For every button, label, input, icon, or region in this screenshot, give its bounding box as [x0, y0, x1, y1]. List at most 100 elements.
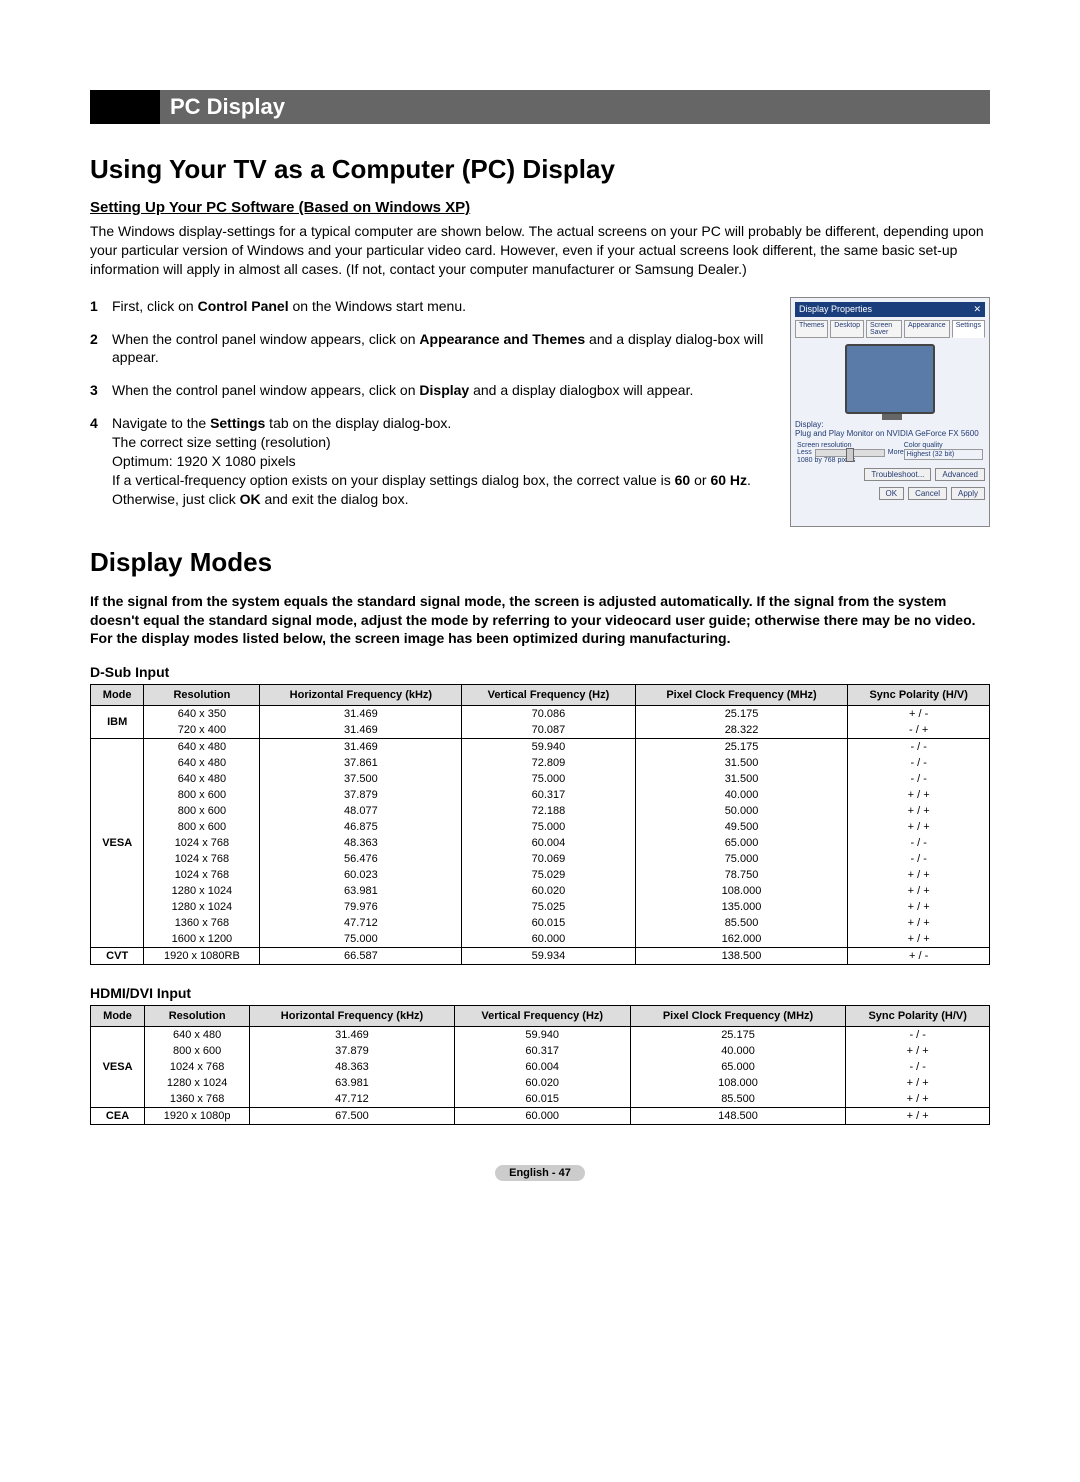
heading-display-modes: Display Modes: [90, 547, 990, 578]
data-cell: 640 x 480: [145, 1027, 250, 1044]
data-cell: 48.077: [260, 803, 462, 819]
data-cell: 37.500: [260, 771, 462, 787]
table-row: 800 x 60037.87960.31740.000+ / +: [91, 787, 990, 803]
table-row: VESA640 x 48031.46959.94025.175- / -: [91, 1027, 990, 1044]
data-cell: 1920 x 1080RB: [144, 948, 260, 965]
step-text: Navigate to the Settings tab on the disp…: [112, 414, 778, 508]
step-number: 4: [90, 414, 112, 508]
col-sp: Sync Polarity (H/V): [848, 685, 990, 706]
table-row: 1360 x 76847.71260.01585.500+ / +: [91, 915, 990, 931]
data-cell: 49.500: [635, 819, 848, 835]
data-cell: 60.000: [462, 931, 635, 948]
table-row: 1024 x 76860.02375.02978.750+ / +: [91, 867, 990, 883]
close-icon: ✕: [973, 304, 981, 315]
data-cell: 1280 x 1024: [144, 899, 260, 915]
data-cell: 59.940: [454, 1027, 630, 1044]
data-cell: 25.175: [635, 706, 848, 723]
tab-screensaver: Screen Saver: [866, 320, 902, 338]
data-cell: 1280 x 1024: [144, 883, 260, 899]
data-cell: 60.000: [454, 1108, 630, 1125]
data-cell: 72.809: [462, 755, 635, 771]
table-row: IBM640 x 35031.46970.08625.175+ / -: [91, 706, 990, 723]
data-cell: 31.469: [250, 1027, 455, 1044]
data-cell: + / +: [848, 899, 990, 915]
data-cell: 37.879: [250, 1043, 455, 1059]
tab-settings: Settings: [952, 320, 985, 338]
data-cell: 135.000: [635, 899, 848, 915]
advanced-button: Advanced: [935, 468, 985, 481]
mode-cell: VESA: [91, 739, 144, 948]
data-cell: 640 x 480: [144, 739, 260, 756]
col-mode: Mode: [91, 1006, 145, 1027]
display-modes-note: If the signal from the system equals the…: [90, 592, 990, 649]
step-1: 1 First, click on Control Panel on the W…: [90, 297, 778, 316]
data-cell: 75.025: [462, 899, 635, 915]
data-cell: 60.317: [454, 1043, 630, 1059]
table-row: 1280 x 102463.98160.020108.000+ / +: [91, 1075, 990, 1091]
col-res: Resolution: [145, 1006, 250, 1027]
data-cell: 640 x 350: [144, 706, 260, 723]
step-text: When the control panel window appears, c…: [112, 381, 778, 400]
data-cell: 67.500: [250, 1108, 455, 1125]
table-row: 1024 x 76848.36360.00465.000- / -: [91, 1059, 990, 1075]
step-number: 1: [90, 297, 112, 316]
data-cell: 37.861: [260, 755, 462, 771]
table-row: 1024 x 76856.47670.06975.000- / -: [91, 851, 990, 867]
apply-button: Apply: [951, 487, 985, 500]
table-row: 800 x 60037.87960.31740.000+ / +: [91, 1043, 990, 1059]
data-cell: + / +: [848, 883, 990, 899]
col-hf: Horizontal Frequency (kHz): [250, 1006, 455, 1027]
data-cell: + / -: [848, 706, 990, 723]
data-cell: 640 x 480: [144, 755, 260, 771]
table-row: 1360 x 76847.71260.01585.500+ / +: [91, 1091, 990, 1108]
data-cell: 60.015: [462, 915, 635, 931]
data-cell: 70.086: [462, 706, 635, 723]
table-row: 1280 x 102463.98160.020108.000+ / +: [91, 883, 990, 899]
col-pc: Pixel Clock Frequency (MHz): [635, 685, 848, 706]
table-row: 800 x 60048.07772.18850.000+ / +: [91, 803, 990, 819]
data-cell: 1360 x 768: [145, 1091, 250, 1108]
data-cell: 800 x 600: [144, 787, 260, 803]
data-cell: + / +: [846, 1091, 990, 1108]
monitor-preview: [845, 344, 935, 414]
subsection-setup: Setting Up Your PC Software (Based on Wi…: [90, 199, 990, 216]
step-4: 4 Navigate to the Settings tab on the di…: [90, 414, 778, 508]
dialog-tabs: Themes Desktop Screen Saver Appearance S…: [795, 320, 985, 338]
data-cell: 108.000: [630, 1075, 846, 1091]
data-cell: 46.875: [260, 819, 462, 835]
data-cell: 59.940: [462, 739, 635, 756]
data-cell: 48.363: [250, 1059, 455, 1075]
data-cell: 162.000: [635, 931, 848, 948]
table-row: CVT1920 x 1080RB66.58759.934138.500+ / -: [91, 948, 990, 965]
dialog-titlebar: Display Properties ✕: [795, 302, 985, 317]
data-cell: 37.879: [260, 787, 462, 803]
mode-cell: VESA: [91, 1027, 145, 1108]
data-cell: 47.712: [260, 915, 462, 931]
data-cell: + / +: [848, 915, 990, 931]
cancel-button: Cancel: [908, 487, 947, 500]
data-cell: 1920 x 1080p: [145, 1108, 250, 1125]
data-cell: 138.500: [635, 948, 848, 965]
cq-value: Highest (32 bit): [904, 449, 983, 460]
data-cell: - / -: [848, 771, 990, 787]
col-sp: Sync Polarity (H/V): [846, 1006, 990, 1027]
tab-appearance: Appearance: [904, 320, 950, 338]
data-cell: 75.029: [462, 867, 635, 883]
data-cell: + / +: [848, 867, 990, 883]
table-row: 800 x 60046.87575.00049.500+ / +: [91, 819, 990, 835]
data-cell: 1024 x 768: [144, 851, 260, 867]
display-label: Display:: [795, 420, 985, 429]
col-vf: Vertical Frequency (Hz): [462, 685, 635, 706]
col-pc: Pixel Clock Frequency (MHz): [630, 1006, 846, 1027]
table-row: 640 x 48037.86172.80931.500- / -: [91, 755, 990, 771]
data-cell: + / +: [848, 819, 990, 835]
data-cell: 31.469: [260, 706, 462, 723]
col-vf: Vertical Frequency (Hz): [454, 1006, 630, 1027]
data-cell: 75.000: [260, 931, 462, 948]
page-footer: English - 47: [90, 1165, 990, 1181]
data-cell: 63.981: [260, 883, 462, 899]
troubleshoot-button: Troubleshoot...: [864, 468, 931, 481]
step-number: 2: [90, 330, 112, 368]
data-cell: 60.020: [462, 883, 635, 899]
data-cell: 70.069: [462, 851, 635, 867]
